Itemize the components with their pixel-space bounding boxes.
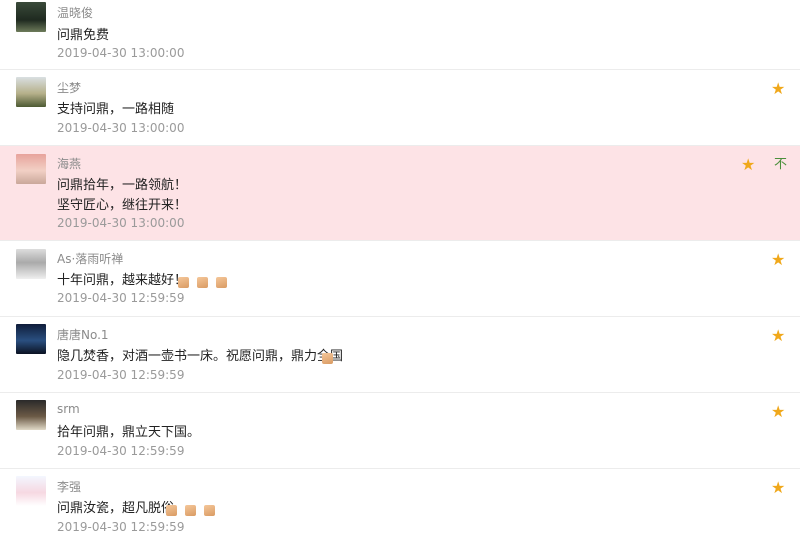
avatar[interactable] <box>16 2 46 32</box>
comment-text: 拾年问鼎，鼎立天下国。 <box>57 425 201 440</box>
comment-time: 2019-04-30 13:00:00 <box>57 46 185 60</box>
comment-text: 问鼎拾年，一路领航！ <box>57 178 188 193</box>
comment-text: 十年问鼎，越来越好！ <box>57 273 188 288</box>
thumbs-up-icons <box>166 500 218 519</box>
comment-author[interactable]: srm <box>57 402 80 416</box>
avatar[interactable] <box>16 77 46 107</box>
thumbs-up-icon <box>216 277 228 288</box>
comment-author[interactable]: 李强 <box>57 478 81 495</box>
star-icon[interactable]: ★ <box>741 157 755 173</box>
star-icon[interactable]: ★ <box>771 252 785 268</box>
star-icon[interactable]: ★ <box>771 480 785 496</box>
comment-author[interactable]: 海燕 <box>57 155 81 172</box>
avatar[interactable] <box>16 154 46 184</box>
comment-time: 2019-04-30 12:59:59 <box>57 368 185 382</box>
comment-time: 2019-04-30 12:59:59 <box>57 444 185 458</box>
avatar[interactable] <box>16 400 46 430</box>
comment-author[interactable]: 温晓俊 <box>57 4 93 21</box>
comment-text: 坚守匠心，继往开来！ <box>57 198 188 213</box>
thumbs-up-icons <box>178 272 230 291</box>
comment-author[interactable]: 尘梦 <box>57 79 81 96</box>
comment-list: 温晓俊 问鼎免费 2019-04-30 13:00:00 尘梦 支持问鼎，一路相… <box>0 0 800 536</box>
comment-text: 支持问鼎，一路相随 <box>57 102 175 117</box>
star-icon[interactable]: ★ <box>771 404 785 420</box>
thumbs-up-icon <box>197 277 209 288</box>
comment-row: 尘梦 支持问鼎，一路相随 2019-04-30 13:00:00 ★ <box>0 70 800 146</box>
avatar[interactable] <box>16 324 46 354</box>
thumbs-up-icon <box>185 505 197 516</box>
comment-text: 问鼎免费 <box>57 28 110 43</box>
comment-row: 唐唐No.1 隐几焚香，对酒一壶书一床。祝愿问鼎，鼎力全国 2019-04-30… <box>0 317 800 393</box>
comment-row: As·落雨听禅 十年问鼎，越来越好！ 2019-04-30 12:59:59 ★ <box>0 241 800 317</box>
thumbs-up-icon <box>166 505 177 516</box>
comment-row: 温晓俊 问鼎免费 2019-04-30 13:00:00 <box>0 0 800 70</box>
comment-author[interactable]: As·落雨听禅 <box>57 250 123 267</box>
comment-text: 隐几焚香，对酒一壶书一床。祝愿问鼎，鼎力全国 <box>57 349 344 364</box>
star-icon[interactable]: ★ <box>771 81 785 97</box>
comment-time: 2019-04-30 12:59:59 <box>57 291 185 305</box>
comment-time: 2019-04-30 12:59:59 <box>57 520 185 534</box>
thumbs-up-icon <box>178 277 189 288</box>
comment-author[interactable]: 唐唐No.1 <box>57 326 109 343</box>
star-icon[interactable]: ★ <box>771 328 785 344</box>
thumbs-up-icons <box>322 348 336 367</box>
thumbs-up-icon <box>204 505 216 516</box>
comment-row: 李强 问鼎汝瓷，超凡脱俗 2019-04-30 12:59:59 ★ <box>0 469 800 536</box>
down-icon[interactable]: 不 <box>774 157 787 173</box>
comment-time: 2019-04-30 13:00:00 <box>57 121 185 135</box>
avatar[interactable] <box>16 476 46 506</box>
comment-row: 海燕 问鼎拾年，一路领航！ 坚守匠心，继往开来！ 2019-04-30 13:0… <box>0 146 800 241</box>
comment-row: srm 拾年问鼎，鼎立天下国。 2019-04-30 12:59:59 ★ <box>0 393 800 469</box>
comment-time: 2019-04-30 13:00:00 <box>57 216 185 230</box>
avatar[interactable] <box>16 249 46 279</box>
thumbs-up-icon <box>322 353 333 364</box>
comment-text: 问鼎汝瓷，超凡脱俗 <box>57 501 175 516</box>
